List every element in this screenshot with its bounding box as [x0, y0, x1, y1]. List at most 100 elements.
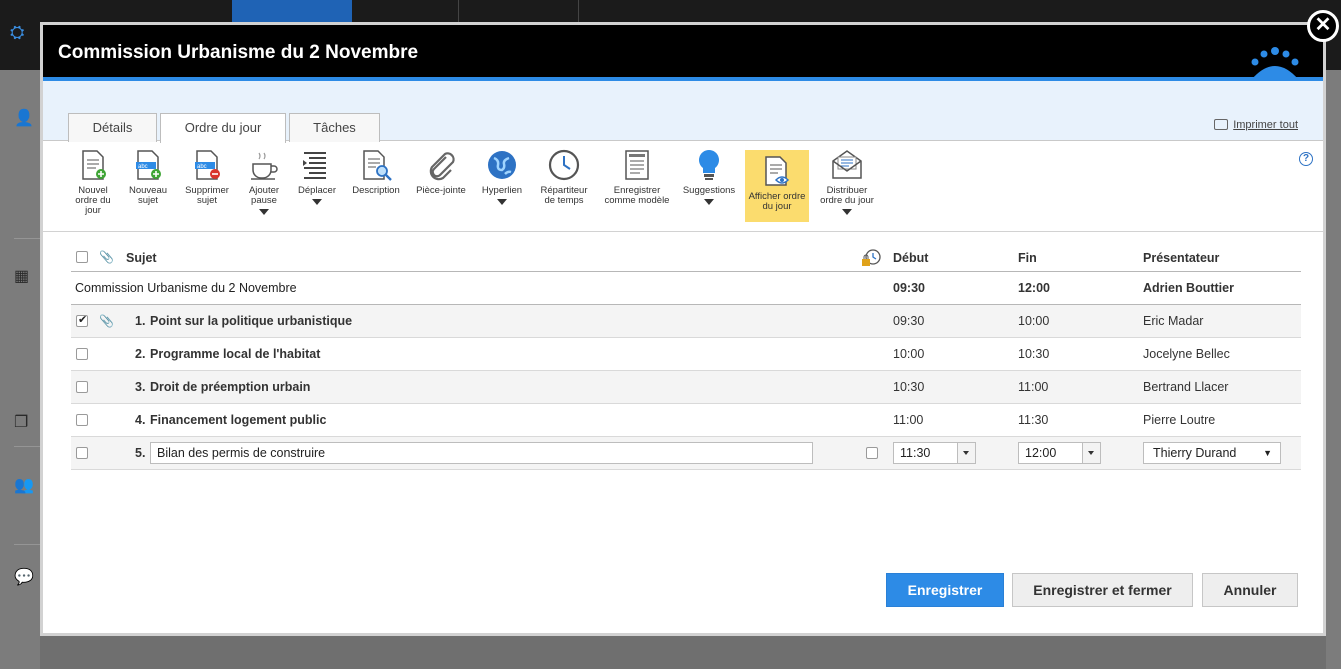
distribute-agenda-button[interactable]: Distribuer ordre du jour — [815, 148, 879, 215]
calendar-icon: ▦ — [14, 268, 30, 285]
end-time-input[interactable]: 12:00 — [1018, 442, 1101, 464]
background-right-edge — [1326, 70, 1341, 669]
close-icon[interactable]: ✕ — [1315, 14, 1332, 36]
new-agenda-button[interactable]: Nouvel ordre du jour — [71, 148, 115, 216]
item-start: 10:30 — [893, 380, 925, 394]
delete-topic-button[interactable]: abc Supprimer sujet — [181, 148, 233, 206]
edit-row[interactable]: 5. Bilan des permis de construire 11:30 … — [71, 437, 1301, 470]
item-presenter: Pierre Loutre — [1143, 413, 1216, 427]
table-row[interactable]: 4. Financement logement public 11:00 11:… — [71, 404, 1301, 437]
tab-details[interactable]: Détails — [68, 113, 157, 142]
time-distributor-button[interactable]: Répartiteur de temps — [535, 148, 593, 206]
delete-topic-icon: abc — [195, 150, 220, 180]
view-agenda-button[interactable]: Afficher ordre du jour — [745, 150, 809, 222]
end-time-dropdown[interactable] — [1082, 443, 1100, 463]
row-checkbox[interactable] — [76, 414, 88, 426]
chevron-down-icon — [704, 199, 714, 205]
item-title[interactable]: Droit de préemption urbain — [150, 380, 310, 394]
suggestions-button[interactable]: Suggestions — [679, 148, 739, 205]
chevron-down-icon — [842, 209, 852, 215]
add-break-label: Ajouter pause — [248, 185, 280, 206]
printer-icon — [1214, 119, 1229, 130]
table-row[interactable]: 3. Droit de préemption urbain 10:30 11:0… — [71, 371, 1301, 404]
add-break-button[interactable]: Ajouter pause — [243, 148, 285, 215]
coffee-cup-icon — [251, 152, 278, 180]
agenda-toolbar: Nouvel ordre du jour abc Nouveau sujet a… — [43, 142, 1323, 232]
background-divider — [14, 238, 40, 239]
item-end: 10:30 — [1018, 347, 1050, 361]
background-logo-icon: ⛭ — [10, 22, 25, 42]
print-all-link[interactable]: Imprimer tout — [1214, 119, 1298, 131]
save-template-label: Enregistrer comme modèle — [604, 185, 670, 206]
column-end: Fin — [1018, 251, 1037, 265]
view-agenda-label: Afficher ordre du jour — [748, 191, 806, 212]
item-title[interactable]: Financement logement public — [150, 413, 326, 427]
documents-icon: ❐ — [14, 414, 29, 431]
item-number: 5. — [135, 446, 146, 460]
save-and-close-button[interactable]: Enregistrer et fermer — [1012, 573, 1193, 607]
table-row[interactable]: 2. Programme local de l'habitat 10:00 10… — [71, 338, 1301, 371]
view-agenda-icon — [765, 156, 790, 186]
item-title[interactable]: Point sur la politique urbanistique — [150, 314, 352, 328]
description-button[interactable]: Description — [349, 148, 403, 196]
cancel-button[interactable]: Annuler — [1202, 573, 1298, 607]
paperclip-icon — [429, 152, 455, 181]
row-checkbox[interactable] — [76, 313, 88, 327]
item-end: 11:30 — [1018, 413, 1049, 427]
chevron-down-icon — [497, 199, 507, 205]
background-divider — [14, 446, 40, 447]
lock-clock-icon — [862, 249, 881, 266]
column-start: Début — [893, 251, 929, 265]
start-time-dropdown[interactable] — [957, 443, 975, 463]
suggestions-label: Suggestions — [682, 185, 736, 196]
item-presenter: Jocelyne Bellec — [1143, 347, 1230, 361]
lock-time-checkbox[interactable] — [866, 447, 878, 459]
background-tab-divider — [578, 0, 579, 22]
end-time-value: 12:00 — [1025, 446, 1057, 460]
meeting-row[interactable]: Commission Urbanisme du 2 Novembre 09:30… — [71, 272, 1301, 305]
help-icon[interactable]: ? — [1299, 152, 1313, 166]
select-all-checkbox[interactable] — [76, 251, 88, 263]
move-button[interactable]: Déplacer — [295, 148, 339, 205]
close-button[interactable]: ✕ — [1307, 10, 1339, 42]
move-label: Déplacer — [297, 185, 337, 196]
dialog-header: Commission Urbanisme du 2 Novembre — [43, 25, 1323, 81]
tab-tasks[interactable]: Tâches — [289, 113, 380, 142]
chat-icon: 💬 — [14, 569, 34, 586]
row-checkbox[interactable] — [76, 348, 88, 360]
meeting-title: Commission Urbanisme du 2 Novembre — [75, 281, 297, 295]
item-presenter: Eric Madar — [1143, 314, 1204, 328]
item-title-input[interactable]: Bilan des permis de construire — [150, 442, 813, 464]
item-number: 4. — [135, 413, 146, 427]
print-all-label: Imprimer tout — [1233, 119, 1298, 131]
new-agenda-icon — [82, 150, 106, 180]
paperclip-icon[interactable]: 📎 — [99, 314, 114, 328]
save-template-button[interactable]: Enregistrer comme modèle — [601, 148, 673, 206]
attachment-button[interactable]: Pièce-jointe — [413, 148, 469, 196]
item-start: 11:00 — [893, 413, 924, 427]
globe-icon — [488, 151, 516, 179]
item-number: 2. — [135, 347, 146, 361]
hyperlink-button[interactable]: Hyperlien — [479, 148, 525, 205]
tab-agenda[interactable]: Ordre du jour — [160, 113, 286, 143]
save-button[interactable]: Enregistrer — [886, 573, 1004, 607]
start-time-value: 11:30 — [900, 446, 931, 460]
column-subject: Sujet — [126, 251, 157, 265]
item-title[interactable]: Programme local de l'habitat — [150, 347, 320, 361]
table-row[interactable]: 📎 1. Point sur la politique urbanistique… — [71, 305, 1301, 338]
presenter-select[interactable]: Thierry Durand — [1143, 442, 1281, 464]
row-checkbox[interactable] — [76, 447, 88, 459]
user-icon: 👤 — [14, 110, 34, 127]
agenda-dialog: Commission Urbanisme du 2 Novembre Détai… — [40, 22, 1326, 636]
tab-bar: Détails Ordre du jour Tâches Imprimer to… — [43, 81, 1323, 143]
move-lines-icon — [303, 152, 326, 179]
item-start: 09:30 — [893, 314, 925, 328]
template-icon — [625, 150, 649, 180]
row-checkbox[interactable] — [76, 381, 88, 393]
description-label: Description — [352, 185, 400, 196]
envelope-icon — [832, 150, 862, 179]
users-icon: 👥 — [14, 477, 34, 494]
new-topic-button[interactable]: abc Nouveau sujet — [125, 148, 171, 206]
item-presenter: Bertrand Llacer — [1143, 380, 1229, 394]
start-time-input[interactable]: 11:30 — [893, 442, 976, 464]
